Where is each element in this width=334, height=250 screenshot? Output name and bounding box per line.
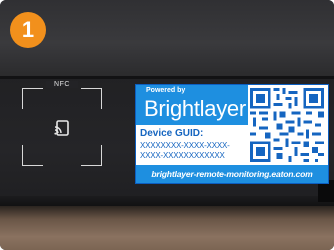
nfc-frame-corner xyxy=(22,88,43,109)
guid-heading: Device GUID: xyxy=(140,128,204,139)
nfc-frame-corner xyxy=(22,145,43,166)
qr-code-icon xyxy=(250,88,324,162)
wood-surface xyxy=(0,206,334,250)
device-photo: 1 NFC Powered by Brightlayer Device GUID… xyxy=(0,0,334,250)
brand-name: Brightlayer xyxy=(144,96,246,121)
brand-panel: Powered by Brightlayer xyxy=(136,85,248,125)
monitoring-url-text: brightlayer-remote-monitoring.eaton.com xyxy=(136,165,328,183)
nfc-frame-corner xyxy=(81,88,102,109)
ledge-shadow xyxy=(0,76,334,79)
step-number-badge: 1 xyxy=(10,12,46,48)
nfc-area: NFC xyxy=(22,81,102,166)
guid-value-line2: XXXX-XXXXXXXXXXXX xyxy=(140,151,225,160)
guid-value-line1: XXXXXXXX-XXXX-XXXX- xyxy=(140,141,230,150)
nfc-frame-corner xyxy=(81,145,102,166)
device-top-ledge xyxy=(0,0,334,78)
brightlayer-device-label: Powered by Brightlayer Device GUID: XXXX… xyxy=(135,84,329,184)
nfc-phone-icon xyxy=(54,120,69,136)
nfc-label: NFC xyxy=(46,81,78,88)
powered-by-text: Powered by xyxy=(146,87,186,94)
